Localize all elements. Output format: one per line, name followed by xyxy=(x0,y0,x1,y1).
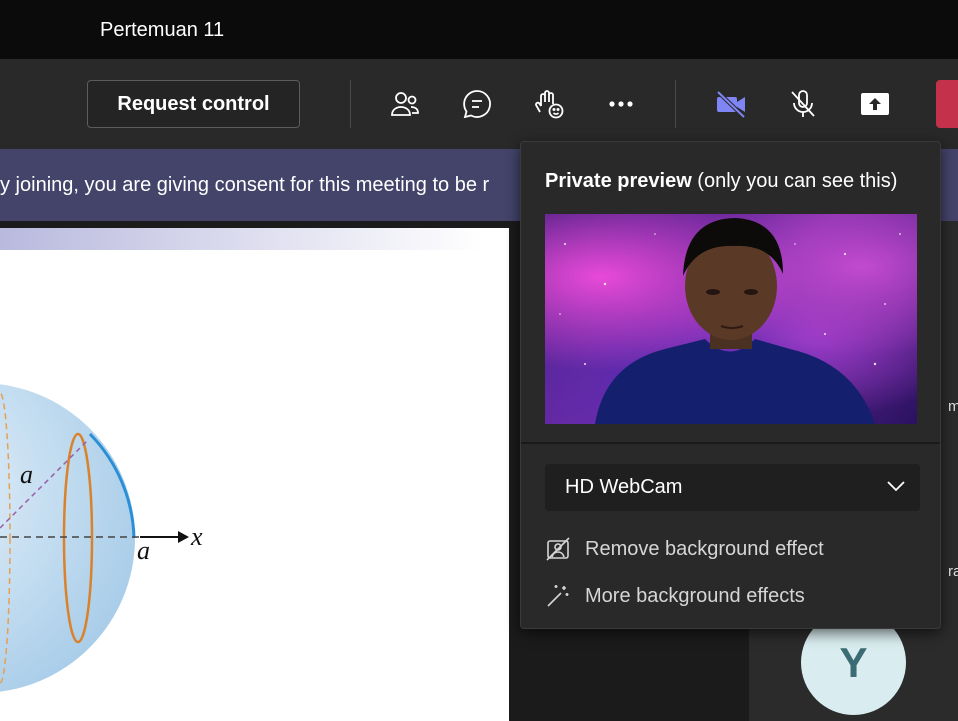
magic-wand-icon xyxy=(547,585,569,607)
share-icon[interactable] xyxy=(855,84,895,124)
preview-title: Private preview (only you can see this) xyxy=(545,170,897,193)
no-background-icon xyxy=(546,537,570,561)
people-icon[interactable] xyxy=(385,84,425,124)
consent-text: y joining, you are giving consent for th… xyxy=(0,174,490,196)
participant-name-fragment: ra xyxy=(948,563,958,580)
camera-preview xyxy=(545,214,917,424)
label-a: a xyxy=(137,536,150,565)
label-a: a xyxy=(20,460,33,489)
popup-divider xyxy=(521,442,940,444)
camera-select-value: HD WebCam xyxy=(565,476,683,498)
chevron-down-icon xyxy=(887,481,905,492)
title-bar: Pertemuan 11 xyxy=(0,0,958,59)
raise-hand-icon[interactable] xyxy=(529,84,569,124)
remove-background-option[interactable]: Remove background effect xyxy=(545,535,824,563)
toolbar-divider xyxy=(350,80,351,128)
preview-title-note: (only you can see this) xyxy=(691,170,898,192)
camera-select[interactable]: HD WebCam xyxy=(545,464,920,511)
request-control-button[interactable]: Request control xyxy=(87,80,300,128)
mic-off-icon[interactable] xyxy=(783,84,823,124)
meeting-toolbar: Request control xyxy=(0,59,958,149)
more-background-effects-option[interactable]: More background effects xyxy=(545,582,805,610)
webcam-image xyxy=(559,218,901,424)
sphere-diagram xyxy=(0,384,189,692)
label-x: x xyxy=(191,522,203,551)
private-preview-popup: Private preview (only you can see this) … xyxy=(520,141,941,629)
shared-slide: a a x xyxy=(0,228,509,721)
chat-icon[interactable] xyxy=(457,84,497,124)
camera-off-icon[interactable] xyxy=(711,84,751,124)
more-background-effects-label: More background effects xyxy=(585,584,805,607)
leave-button[interactable] xyxy=(936,80,958,128)
meeting-title: Pertemuan 11 xyxy=(100,19,225,41)
toolbar-divider xyxy=(675,80,676,128)
participant-name-fragment: m xyxy=(948,398,958,415)
preview-title-bold: Private preview xyxy=(545,170,692,192)
more-icon[interactable] xyxy=(601,84,641,124)
remove-background-label: Remove background effect xyxy=(585,537,824,560)
